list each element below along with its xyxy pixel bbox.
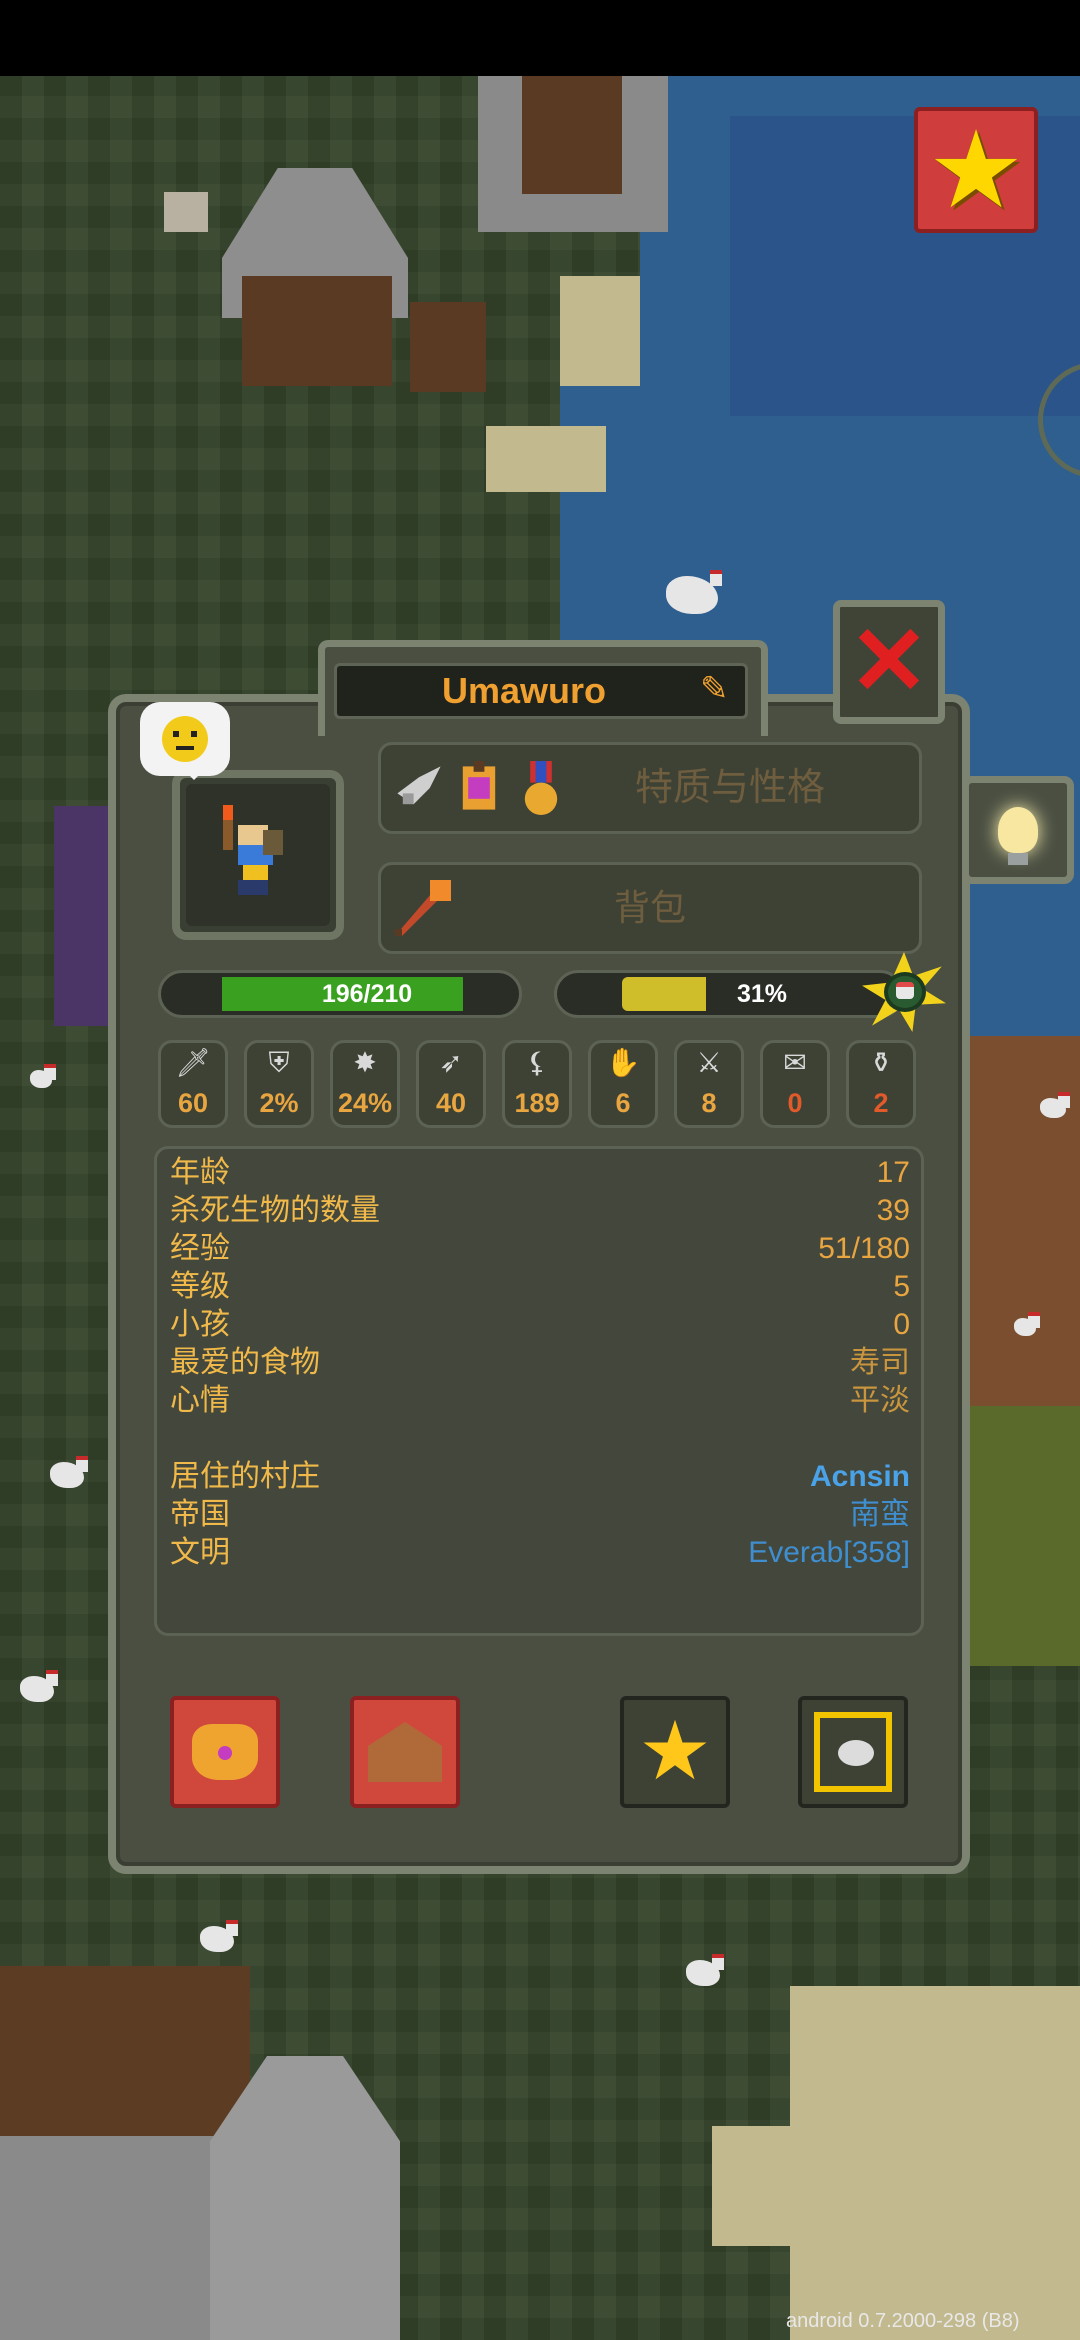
intelligence-potion-icon: ⚱ [869, 1047, 893, 1078]
info-row[interactable]: 帝国 南蛮 [170, 1496, 910, 1534]
edit-icon[interactable]: ✎ [700, 672, 734, 706]
beach [486, 426, 606, 492]
info-label: 文明 [170, 1536, 230, 1569]
favorite-food-badge[interactable] [862, 952, 946, 1032]
torch-weapon-icon [395, 880, 451, 936]
info-row: 最爱的食物 寿司 [170, 1344, 910, 1382]
chicken-creature[interactable] [30, 1064, 56, 1088]
villager-creature[interactable] [164, 192, 208, 232]
neutral-face-icon [162, 716, 208, 762]
info-label: 经验 [170, 1232, 230, 1265]
unit-sprite [223, 805, 283, 895]
star-icon: ★ [638, 1706, 712, 1797]
traits-label: 特质与性格 [634, 767, 825, 809]
chicken-creature[interactable] [20, 1670, 58, 1702]
stat-value: 24% [337, 1088, 393, 1118]
chicken-creature[interactable] [200, 1920, 238, 1952]
sand-area [712, 2126, 812, 2246]
critical-star-icon: ✸ [353, 1047, 377, 1078]
warfare-swords-icon: ⚔ [696, 1047, 722, 1078]
attack-speed-scythe-icon: ⚸ [526, 1047, 548, 1078]
unit-name: Umawuro [441, 670, 607, 711]
info-row: 杀死生物的数量 39 [170, 1192, 910, 1230]
health-value: 196/210 [321, 980, 413, 1008]
chicken-creature[interactable] [50, 1456, 88, 1488]
favorite-unit-button[interactable]: ★ [620, 1696, 730, 1808]
damage-sword-icon: 🗡 [175, 1047, 211, 1078]
info-label: 年龄 [170, 1156, 230, 1189]
stat-value: 40 [435, 1088, 467, 1118]
info-label: 小孩 [170, 1308, 230, 1341]
chicken-creature[interactable] [1040, 1092, 1070, 1118]
village-button[interactable] [350, 1696, 460, 1808]
tower-door [522, 76, 622, 194]
chicken-creature[interactable] [686, 1954, 724, 1986]
info-label: 最爱的食物 [170, 1346, 320, 1379]
stat-value: 2 [873, 1088, 889, 1118]
crown-icon [192, 1724, 258, 1780]
close-button[interactable]: ✕ [833, 600, 945, 724]
info-label: 等级 [170, 1270, 230, 1303]
info-value: 51/180 [818, 1232, 910, 1265]
stat-value: 0 [787, 1088, 803, 1118]
info-row: 小孩 0 [170, 1306, 910, 1344]
inventory-label: 背包 [613, 887, 686, 928]
info-value: 39 [876, 1194, 910, 1227]
info-value: 17 [876, 1156, 910, 1189]
chicken-creature[interactable] [1014, 1312, 1040, 1336]
lightbulb-icon [998, 807, 1038, 865]
dove-trait-icon [397, 766, 441, 805]
village-hall-stone [0, 2136, 220, 2340]
stat-value: 6 [615, 1088, 631, 1118]
info-label: 居住的村庄 [170, 1460, 320, 1493]
hunger-value: 31% [736, 980, 788, 1008]
info-row: 等级 5 [170, 1268, 910, 1306]
village-icon [368, 1722, 442, 1782]
close-icon: ✕ [848, 608, 930, 715]
star-icon: ★ [927, 109, 1025, 230]
info-value[interactable]: 南蛮 [850, 1496, 910, 1534]
mood-bubble [140, 702, 230, 780]
info-value: 5 [893, 1270, 910, 1303]
info-row: 经验 51/180 [170, 1230, 910, 1268]
status-bar [0, 0, 1080, 76]
speed-wing-icon: ➶ [439, 1047, 463, 1078]
favorites-button[interactable]: ★ [914, 107, 1038, 233]
info-label: 帝国 [170, 1498, 230, 1531]
armor-shield-icon: ⛨ [268, 1047, 290, 1078]
info-label: 心情 [170, 1384, 230, 1417]
follow-unit-button[interactable] [798, 1696, 908, 1808]
beach [560, 276, 640, 386]
info-row[interactable]: 居住的村庄 Acnsin [170, 1458, 910, 1496]
info-value: 0 [893, 1308, 910, 1341]
version-label: android 0.7.2000-298 (B8) [786, 2310, 1020, 2332]
stat-value: 60 [177, 1088, 209, 1118]
info-row: 心情 平淡 [170, 1382, 910, 1420]
info-value: 寿司 [850, 1346, 910, 1379]
stewardship-scroll-icon: ✉ [783, 1047, 807, 1078]
hint-button[interactable] [962, 776, 1074, 884]
info-row: 年龄 17 [170, 1154, 910, 1192]
sand-area [790, 1986, 1080, 2340]
chicken-creature[interactable] [666, 570, 722, 614]
fence [410, 302, 486, 392]
stat-value: 189 [514, 1088, 560, 1118]
purple-structure [54, 806, 114, 1026]
diplomacy-handshake-icon: ✋ [605, 1047, 641, 1078]
shield-emblem-trait-icon [462, 761, 496, 810]
eye-icon [814, 1712, 892, 1792]
info-label: 杀死生物的数量 [170, 1194, 380, 1227]
info-value: 平淡 [850, 1384, 910, 1417]
info-value[interactable]: Acnsin [810, 1458, 910, 1496]
medal-trait-icon [524, 761, 558, 815]
stat-value: 2% [259, 1088, 299, 1118]
kingdom-button[interactable] [170, 1696, 280, 1808]
sushi-icon [884, 972, 926, 1012]
stone-tower[interactable] [210, 2056, 400, 2340]
stat-value: 8 [701, 1088, 717, 1118]
forest [960, 1406, 1080, 1666]
house-building[interactable] [242, 276, 392, 386]
info-row[interactable]: 文明 Everab[358] [170, 1534, 910, 1572]
info-value[interactable]: Everab[358] [748, 1534, 910, 1572]
